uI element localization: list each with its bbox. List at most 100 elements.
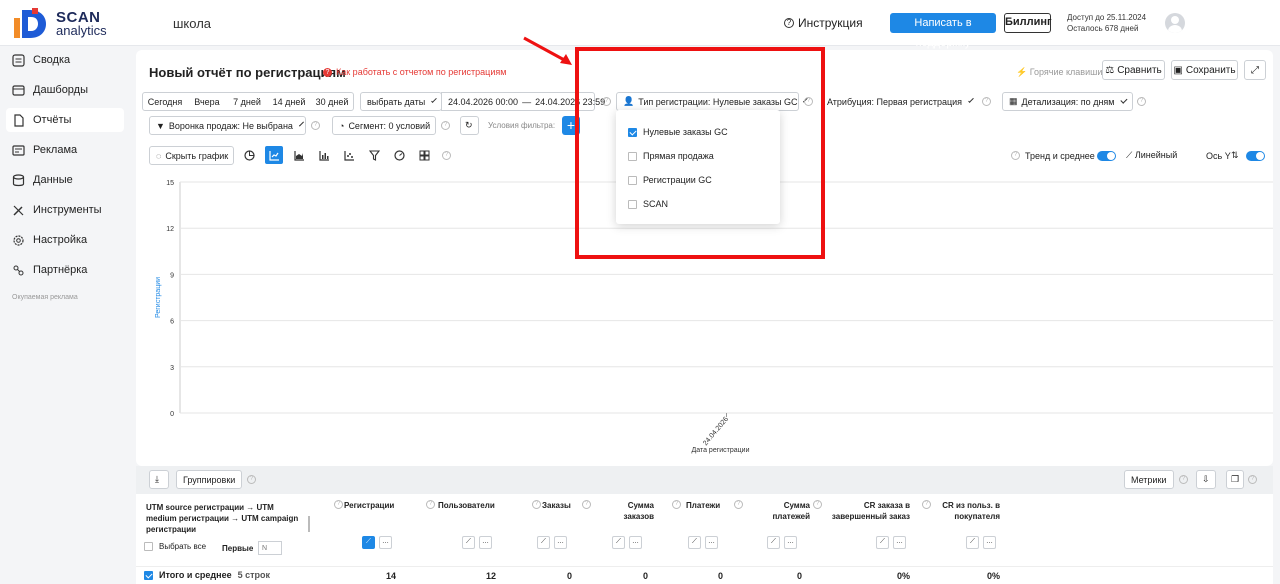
option-direct-sale[interactable]: Прямая продажа (628, 149, 714, 163)
checkbox[interactable] (628, 127, 637, 137)
option-registrations-gc[interactable]: Регистрации GC (628, 173, 712, 187)
column-header[interactable]: Сумма платежей (766, 500, 810, 522)
help-link[interactable]: ? Как работать с отчетом по регистрациям (323, 67, 506, 77)
support-button[interactable]: Написать в поддержку (890, 13, 996, 49)
period-today[interactable]: Сегодня (142, 92, 188, 111)
date-range-input[interactable]: 24.04.2026 00:00 — 24.04.2026 23:59 (441, 92, 605, 111)
project-name[interactable]: школа (173, 16, 211, 31)
linear-select[interactable]: ⟋ Линейный (1126, 150, 1177, 161)
help-icon[interactable]: ? (311, 121, 320, 130)
chart-column-button[interactable]: ⟋ (362, 536, 375, 549)
segment-button[interactable]: ◔ Сегмент: 0 условий (332, 116, 436, 135)
checkbox[interactable] (628, 199, 637, 209)
chart-type-line[interactable] (265, 146, 283, 164)
first-n-input[interactable] (258, 541, 282, 555)
chart-type-grid[interactable] (415, 146, 433, 164)
choose-dates-select[interactable]: выбрать даты (360, 92, 442, 111)
sidebar-item-summary[interactable]: Сводка (6, 48, 124, 72)
total-row[interactable]: Итого и среднее 5 строк (144, 570, 270, 580)
period-yesterday[interactable]: Вчера (187, 92, 228, 111)
checkbox[interactable] (628, 175, 637, 185)
billing-button[interactable]: Биллинг (1004, 13, 1052, 33)
chart-type-scatter[interactable] (340, 146, 358, 164)
column-header[interactable]: CR заказа в завершенный заказ (828, 500, 910, 522)
more-button[interactable]: … (705, 536, 718, 549)
column-header[interactable]: Пользователи (438, 500, 495, 511)
help-icon[interactable]: ? (1179, 475, 1188, 484)
help-icon[interactable]: ? (922, 500, 931, 509)
sidebar-item-dashboards[interactable]: Дашборды (6, 78, 124, 102)
checkbox[interactable] (144, 570, 153, 580)
attribution-select[interactable]: Атрибуция: Первая регистрация (821, 92, 978, 111)
sidebar-item-tools[interactable]: Инструменты (6, 198, 124, 222)
help-icon[interactable]: ? (441, 121, 450, 130)
more-button[interactable]: … (479, 536, 492, 549)
chart-column-button[interactable]: ⟋ (966, 536, 979, 549)
save-button[interactable]: ▣ Сохранить (1171, 60, 1238, 80)
refresh-button[interactable]: ↻ (460, 116, 479, 135)
option-scan[interactable]: SCAN (628, 197, 668, 211)
chart-column-button[interactable]: ⟋ (876, 536, 889, 549)
instruction-link[interactable]: ? Инструкция (784, 16, 863, 30)
option-zero-orders-gc[interactable]: Нулевые заказы GC (628, 125, 728, 139)
help-icon[interactable]: ? (982, 97, 991, 106)
sidebar-item-settings[interactable]: Настройка (6, 228, 124, 252)
hotkeys-link[interactable]: ⚡ Горячие клавиши (1016, 67, 1102, 78)
more-button[interactable]: … (554, 536, 567, 549)
copy-button[interactable]: ❐ (1226, 470, 1244, 489)
help-icon[interactable]: ? (813, 500, 822, 509)
trend-toggle[interactable] (1097, 151, 1116, 161)
help-icon[interactable]: ? (532, 500, 541, 509)
more-button[interactable]: … (784, 536, 797, 549)
chart-type-bar[interactable] (315, 146, 333, 164)
chart-type-gauge[interactable] (390, 146, 408, 164)
select-all[interactable]: Выбрать все (144, 542, 206, 551)
period-30-days[interactable]: 30 дней (311, 92, 354, 111)
chart-column-button[interactable]: ⟋ (612, 536, 625, 549)
chart-column-button[interactable]: ⟋ (767, 536, 780, 549)
period-7-days[interactable]: 7 дней (227, 92, 268, 111)
chart-type-area[interactable] (290, 146, 308, 164)
checkbox[interactable] (628, 151, 637, 161)
chart-column-button[interactable]: ⟋ (462, 536, 475, 549)
chart-column-button[interactable]: ⟋ (537, 536, 550, 549)
hide-chart-button[interactable]: ◌ Скрыть график (149, 146, 234, 165)
export-button[interactable]: ⇩ (1196, 470, 1216, 489)
chart-type-pie[interactable] (240, 146, 258, 164)
funnel-select[interactable]: ▼ Воронка продаж: Не выбрана (149, 116, 306, 135)
help-icon[interactable]: ? (582, 500, 591, 509)
chart-column-button[interactable]: ⟋ (688, 536, 701, 549)
fullscreen-button[interactable]: ⤢ (1244, 60, 1266, 80)
more-button[interactable]: … (893, 536, 906, 549)
period-14-days[interactable]: 14 дней (267, 92, 312, 111)
sidebar-item-reports[interactable]: Отчёты (6, 108, 124, 132)
axis-y-toggle[interactable] (1246, 151, 1265, 161)
help-icon[interactable]: ? (247, 475, 256, 484)
chart-type-funnel[interactable] (365, 146, 383, 164)
more-button[interactable]: … (629, 536, 642, 549)
compare-button[interactable]: ⚖ Сравнить (1102, 60, 1165, 80)
help-icon[interactable]: ? (1248, 475, 1257, 484)
help-icon[interactable]: ? (1011, 151, 1020, 160)
help-icon[interactable]: ? (334, 500, 343, 509)
sidebar-item-data[interactable]: Данные (6, 168, 124, 192)
help-icon[interactable]: ? (1137, 97, 1146, 106)
column-resizer[interactable] (308, 516, 310, 532)
sidebar-item-partner[interactable]: Партнёрка (6, 258, 124, 282)
metrics-button[interactable]: Метрики (1124, 470, 1174, 489)
column-header[interactable]: CR из польз. в покупателя (934, 500, 1000, 522)
avatar[interactable] (1165, 13, 1185, 33)
help-icon[interactable]: ? (426, 500, 435, 509)
more-button[interactable]: … (983, 536, 996, 549)
column-header[interactable]: Платежи (686, 500, 720, 511)
help-icon[interactable]: ? (734, 500, 743, 509)
column-header[interactable]: Заказы (542, 500, 571, 511)
logo[interactable]: SCAN analytics (12, 6, 132, 40)
help-icon[interactable]: ? (672, 500, 681, 509)
detail-select[interactable]: ▦ Детализация: по дням (1002, 92, 1133, 111)
sidebar-item-ads[interactable]: Реклама (6, 138, 124, 162)
column-header[interactable]: Регистрации (344, 500, 394, 511)
help-icon[interactable]: ? (442, 151, 451, 160)
groupings-button[interactable]: Группировки (176, 470, 242, 489)
more-button[interactable]: … (379, 536, 392, 549)
